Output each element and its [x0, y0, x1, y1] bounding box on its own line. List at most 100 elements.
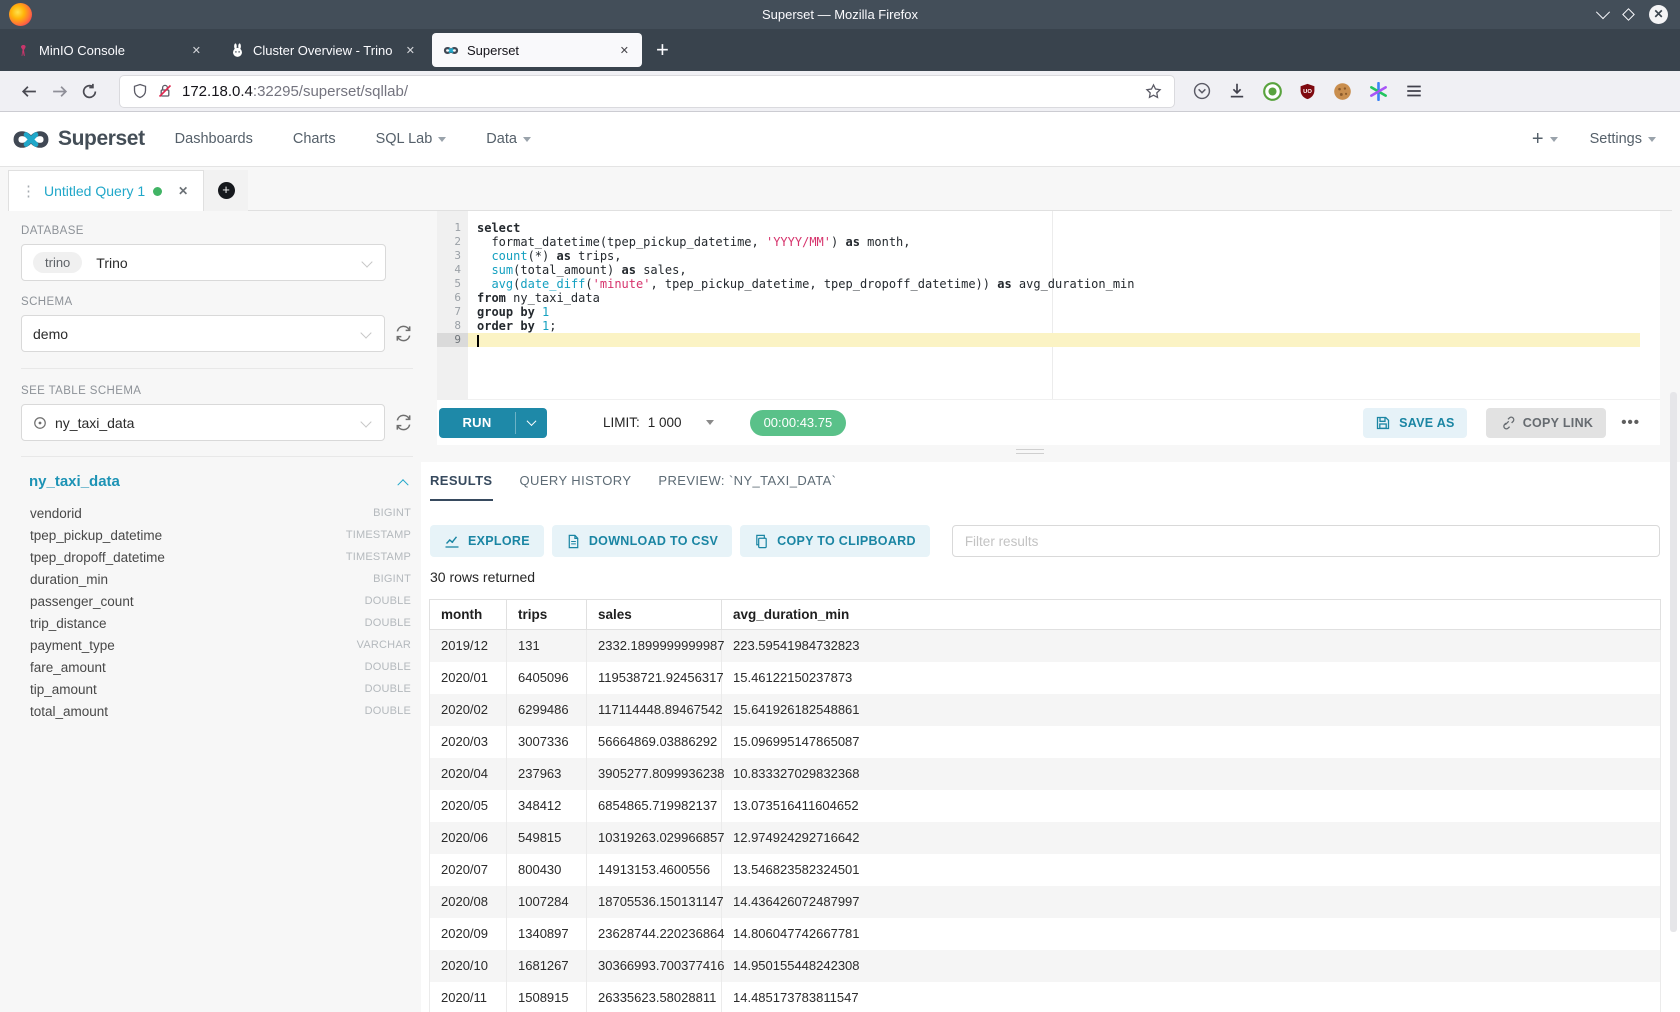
menu-hamburger-icon[interactable]: [1405, 82, 1423, 100]
window-close-icon[interactable]: ✕: [1649, 5, 1668, 24]
settings-menu[interactable]: Settings: [1590, 131, 1656, 147]
asterisk-extension-icon[interactable]: [1369, 82, 1388, 101]
table-row[interactable]: 2020/016405096119538721.9245631715.46122…: [430, 662, 1661, 694]
editor-line[interactable]: 8order by 1;: [437, 319, 1660, 333]
column-type: BIGINT: [373, 573, 411, 585]
filter-results-input[interactable]: [952, 525, 1660, 557]
nav-item-charts[interactable]: Charts: [293, 131, 336, 147]
editor-line[interactable]: 4 sum(total_amount) as sales,: [437, 263, 1660, 277]
scrollbar-thumb[interactable]: [1670, 392, 1677, 932]
table-column-row[interactable]: passenger_count DOUBLE: [21, 590, 413, 612]
browser-tab[interactable]: Cluster Overview - Trino ✕: [218, 33, 428, 67]
tab-close-icon[interactable]: ✕: [616, 42, 633, 59]
line-number: 8: [437, 319, 468, 333]
database-select[interactable]: trino Trino: [21, 244, 386, 281]
column-header[interactable]: month: [430, 600, 507, 630]
pocket-icon[interactable]: [1193, 82, 1211, 100]
column-name: passenger_count: [30, 594, 365, 609]
tab-close-icon[interactable]: ✕: [402, 42, 419, 59]
back-button[interactable]: [14, 83, 44, 100]
shield-icon[interactable]: [132, 83, 148, 99]
save-as-button[interactable]: SAVE AS: [1363, 408, 1467, 438]
browser-tab[interactable]: MinIO Console ✕: [4, 33, 214, 67]
refresh-icon[interactable]: [394, 324, 413, 343]
forward-button[interactable]: [44, 83, 74, 100]
table-row[interactable]: 2019/121312332.1899999999987223.59541984…: [430, 630, 1661, 662]
drag-handle-icon[interactable]: ⋮: [21, 182, 36, 200]
column-type: DOUBLE: [365, 705, 411, 717]
editor-line[interactable]: 3 count(*) as trips,: [437, 249, 1660, 263]
download-icon[interactable]: [1228, 82, 1246, 100]
schema-select[interactable]: demo: [21, 315, 385, 352]
column-header[interactable]: trips: [507, 600, 587, 630]
table-row[interactable]: 2020/08100728418705536.15013114714.43642…: [430, 886, 1661, 918]
editor-line[interactable]: 7group by 1: [437, 305, 1660, 319]
copy-clipboard-button[interactable]: COPY TO CLIPBOARD: [740, 525, 930, 557]
close-icon[interactable]: ✕: [178, 184, 188, 198]
insecure-lock-icon[interactable]: [157, 83, 173, 99]
results-pane-tab-query-history[interactable]: QUERY HISTORY: [520, 473, 632, 501]
table-row[interactable]: 2020/0780043014913153.460055613.54682358…: [430, 854, 1661, 886]
new-tab-button[interactable]: +: [656, 39, 669, 61]
table-column-row[interactable]: duration_min BIGINT: [21, 568, 413, 590]
table-name-link[interactable]: ny_taxi_data: [29, 473, 120, 490]
editor-line[interactable]: 6from ny_taxi_data: [437, 291, 1660, 305]
ublock-icon[interactable]: UO: [1299, 83, 1316, 100]
editor-line[interactable]: 1select: [437, 221, 1660, 235]
cookie-icon[interactable]: [1333, 82, 1352, 101]
more-options-button[interactable]: •••: [1621, 414, 1640, 431]
table-column-row[interactable]: total_amount DOUBLE: [21, 700, 413, 722]
column-header[interactable]: avg_duration_min: [722, 600, 1661, 630]
add-query-tab-button[interactable]: +: [204, 170, 248, 211]
table-row[interactable]: 2020/11150891526335623.5802881114.485173…: [430, 982, 1661, 1012]
tab-close-icon[interactable]: ✕: [188, 42, 205, 59]
download-csv-button[interactable]: DOWNLOAD TO CSV: [552, 525, 732, 557]
explore-button[interactable]: EXPLORE: [430, 525, 544, 557]
sql-editor[interactable]: 1select2 format_datetime(tpep_pickup_dat…: [437, 211, 1660, 399]
editor-line[interactable]: 5 avg(date_diff('minute', tpep_pickup_da…: [437, 277, 1660, 291]
table-column-row[interactable]: trip_distance DOUBLE: [21, 612, 413, 634]
window-maximize-icon[interactable]: [1622, 8, 1635, 21]
nav-item-sql-lab[interactable]: SQL Lab: [376, 131, 447, 147]
chevron-up-icon[interactable]: [397, 479, 408, 490]
table-row[interactable]: 2020/026299486117114448.8946754215.64192…: [430, 694, 1661, 726]
run-options-caret[interactable]: [516, 408, 547, 438]
bookmark-star-icon[interactable]: [1145, 83, 1162, 100]
table-column-row[interactable]: tpep_dropoff_datetime TIMESTAMP: [21, 546, 413, 568]
results-pane-tab-results[interactable]: RESULTS: [430, 473, 493, 501]
results-pane-tab-preview[interactable]: PREVIEW: `NY_TAXI_DATA`: [658, 473, 836, 501]
query-tab[interactable]: ⋮ Untitled Query 1 ✕: [8, 170, 204, 211]
table-column-row[interactable]: fare_amount DOUBLE: [21, 656, 413, 678]
limit-dropdown[interactable]: LIMIT: 1 000: [603, 415, 714, 430]
window-minimize-icon[interactable]: [1596, 5, 1610, 19]
url-bar[interactable]: 172.18.0.4:32295/superset/sqllab/: [120, 76, 1174, 107]
browser-tab[interactable]: Superset ✕: [432, 33, 642, 67]
url-text[interactable]: 172.18.0.4:32295/superset/sqllab/: [182, 83, 1136, 100]
editor-line[interactable]: 2 format_datetime(tpep_pickup_datetime, …: [437, 235, 1660, 249]
reload-button[interactable]: [74, 83, 104, 100]
pane-splitter-handle[interactable]: [1016, 449, 1044, 457]
column-type: BIGINT: [373, 507, 411, 519]
table-row[interactable]: 2020/0654981510319263.02996685712.974924…: [430, 822, 1661, 854]
table-column-row[interactable]: tpep_pickup_datetime TIMESTAMP: [21, 524, 413, 546]
nav-item-dashboards[interactable]: Dashboards: [175, 131, 253, 147]
add-new-button[interactable]: +: [1532, 128, 1558, 151]
table-row[interactable]: 2020/03300733656664869.0388629215.096995…: [430, 726, 1661, 758]
table-row[interactable]: 2020/053484126854865.71998213713.0735164…: [430, 790, 1661, 822]
copy-link-button[interactable]: COPY LINK: [1486, 408, 1607, 438]
line-number: 2: [437, 235, 468, 249]
table-column-row[interactable]: payment_type VARCHAR: [21, 634, 413, 656]
table-row[interactable]: 2020/042379633905277.809993623810.833327…: [430, 758, 1661, 790]
editor-line[interactable]: 9: [437, 333, 1660, 347]
table-column-row[interactable]: tip_amount DOUBLE: [21, 678, 413, 700]
refresh-icon[interactable]: [394, 413, 413, 432]
superset-brand[interactable]: Superset: [11, 126, 145, 153]
column-header[interactable]: sales: [587, 600, 722, 630]
table-row[interactable]: 2020/09134089723628744.22023686414.80604…: [430, 918, 1661, 950]
table-row[interactable]: 2020/10168126730366993.70037741614.95015…: [430, 950, 1661, 982]
table-column-row[interactable]: vendorid BIGINT: [21, 502, 413, 524]
greasemonkey-icon[interactable]: [1263, 82, 1282, 101]
table-select[interactable]: ny_taxi_data: [21, 404, 385, 441]
nav-item-data[interactable]: Data: [486, 131, 531, 147]
run-button[interactable]: RUN: [439, 408, 547, 438]
